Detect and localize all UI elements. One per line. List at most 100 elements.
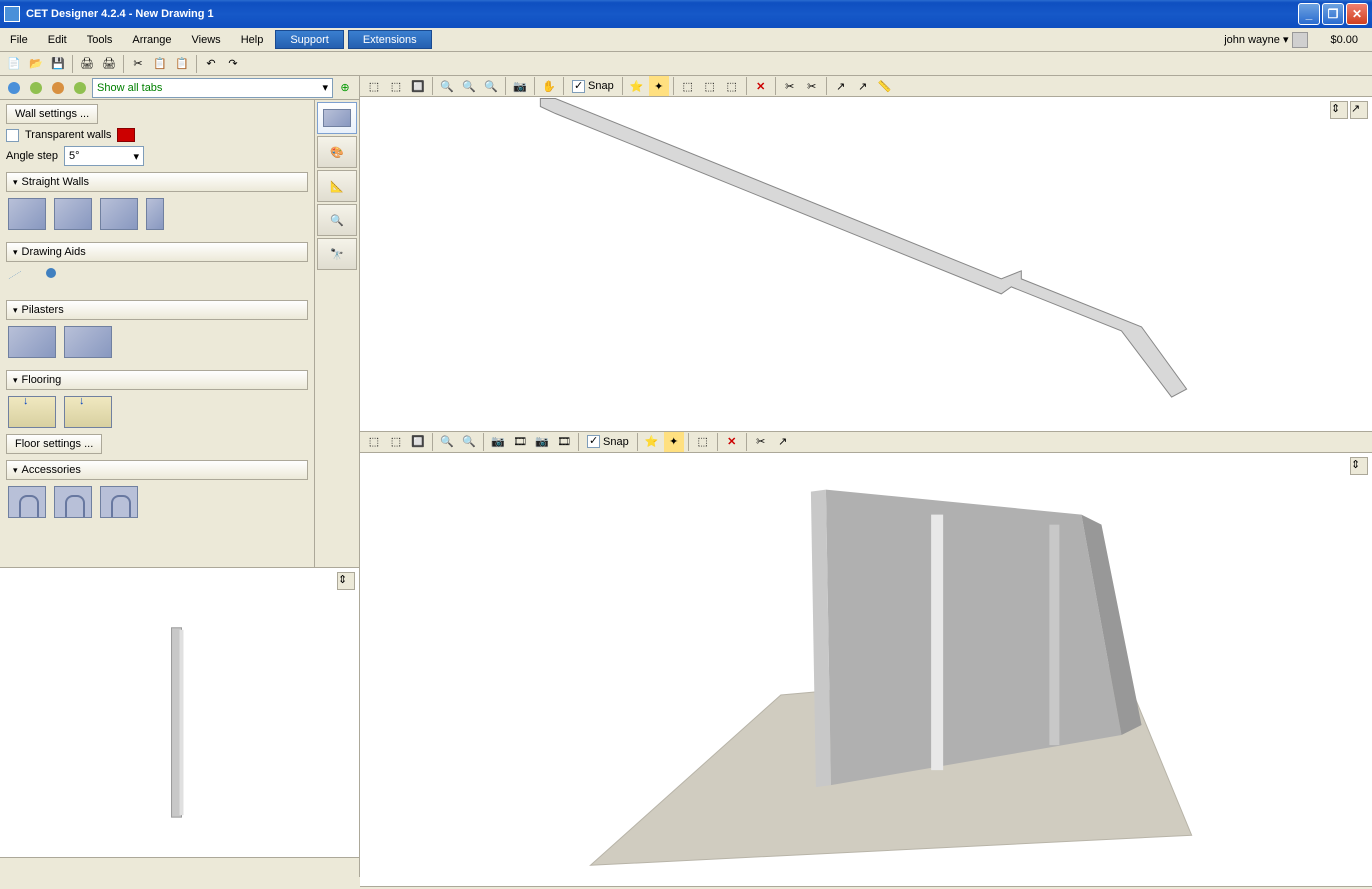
copy-icon[interactable]: [150, 54, 170, 74]
zoom-window-icon[interactable]: [481, 76, 501, 96]
angle-step-combo[interactable]: 5°: [64, 146, 144, 166]
dimension2-icon[interactable]: [853, 76, 873, 96]
pilaster-thumb-1[interactable]: [8, 326, 56, 358]
explode-icon[interactable]: ⬚: [693, 432, 713, 452]
render3-icon[interactable]: 📷: [532, 432, 552, 452]
wall-thumb-4[interactable]: [146, 198, 164, 230]
section-pilasters[interactable]: Pilasters: [6, 300, 308, 320]
redo-icon[interactable]: [223, 54, 243, 74]
render4-icon[interactable]: 🎞: [554, 432, 574, 452]
wall-thumb-1[interactable]: [8, 198, 46, 230]
side-tab-wall[interactable]: [317, 102, 357, 134]
select3d-all-icon[interactable]: ⬚: [386, 432, 406, 452]
snap-checkbox-2d[interactable]: Snap: [568, 80, 618, 93]
save-icon[interactable]: [48, 54, 68, 74]
print-preview-icon[interactable]: [99, 54, 119, 74]
minimize-button[interactable]: _: [1298, 3, 1320, 25]
side-tab-measure[interactable]: 📐: [317, 170, 357, 202]
user-dropdown[interactable]: john wayne ▾: [1216, 28, 1316, 51]
paste-icon[interactable]: [172, 54, 192, 74]
floor-thumb-1[interactable]: [8, 396, 56, 428]
cut-icon[interactable]: [128, 54, 148, 74]
door-thumb-2[interactable]: [54, 486, 92, 518]
zoom-in-icon[interactable]: [437, 76, 457, 96]
print-icon[interactable]: [77, 54, 97, 74]
wall-settings-button[interactable]: Wall settings ...: [6, 104, 98, 124]
support-button[interactable]: Support: [275, 30, 344, 49]
ungroup-icon[interactable]: ⬚: [700, 76, 720, 96]
wall-thumb-3[interactable]: [100, 198, 138, 230]
nav-right-icon[interactable]: [70, 78, 90, 98]
undo-icon[interactable]: [201, 54, 221, 74]
maximize-button[interactable]: ❐: [1322, 3, 1344, 25]
pilaster-thumb-2[interactable]: [64, 326, 112, 358]
wall-color-swatch[interactable]: [117, 128, 135, 142]
titlebar: CET Designer 4.2.4 - New Drawing 1 _ ❐ ✕: [0, 0, 1372, 28]
side-tab-search[interactable]: 🔍: [317, 204, 357, 236]
zoom-out-icon[interactable]: [459, 76, 479, 96]
floor-settings-button[interactable]: Floor settings ...: [6, 434, 102, 454]
view2d-menu-icon[interactable]: ↗: [1350, 101, 1368, 119]
zoom3d-fit-icon[interactable]: [408, 432, 428, 452]
tabs-combo[interactable]: Show all tabs: [92, 78, 333, 98]
aid-point-icon[interactable]: [46, 268, 56, 288]
nav-left-icon[interactable]: [48, 78, 68, 98]
nav-down-icon[interactable]: [4, 78, 24, 98]
move3d-icon[interactable]: [773, 432, 793, 452]
pan-icon[interactable]: [539, 76, 559, 96]
section-flooring[interactable]: Flooring: [6, 370, 308, 390]
select-all-icon[interactable]: ⬚: [386, 76, 406, 96]
section-drawing-aids[interactable]: Drawing Aids: [6, 242, 308, 262]
main-toolbar: [0, 52, 1372, 76]
floor-thumb-2[interactable]: [64, 396, 112, 428]
render2-icon[interactable]: 🎞: [510, 432, 530, 452]
door-thumb-1[interactable]: [8, 486, 46, 518]
highlight3d-icon[interactable]: ✦: [664, 432, 684, 452]
aid-line-icon[interactable]: [8, 268, 38, 288]
select-icon[interactable]: ⬚: [364, 76, 384, 96]
add-tab-icon[interactable]: ⊕: [335, 78, 355, 98]
zoom-fit-icon[interactable]: [408, 76, 428, 96]
menu-edit[interactable]: Edit: [38, 28, 77, 51]
menu-tools[interactable]: Tools: [77, 28, 123, 51]
menu-help[interactable]: Help: [231, 28, 274, 51]
view-2d[interactable]: ⇕ ↗: [360, 97, 1372, 432]
extend-icon[interactable]: [802, 76, 822, 96]
side-tab-binoculars[interactable]: 🔭: [317, 238, 357, 270]
zoom3d-out-icon[interactable]: [459, 432, 479, 452]
open-icon[interactable]: [26, 54, 46, 74]
ruler-icon[interactable]: [875, 76, 895, 96]
extensions-button[interactable]: Extensions: [348, 30, 432, 49]
select3d-icon[interactable]: ⬚: [364, 432, 384, 452]
view3d-expand-icon[interactable]: ⇕: [1350, 457, 1368, 475]
view-3d[interactable]: ⇕: [360, 453, 1372, 888]
preview-expand-icon[interactable]: ⇕: [337, 572, 355, 590]
delete-icon[interactable]: [751, 76, 771, 96]
transparent-walls-checkbox[interactable]: [6, 129, 19, 142]
menu-arrange[interactable]: Arrange: [122, 28, 181, 51]
section-accessories[interactable]: Accessories: [6, 460, 308, 480]
view2d-expand-icon[interactable]: ⇕: [1330, 101, 1348, 119]
render1-icon[interactable]: 📷: [488, 432, 508, 452]
close-button[interactable]: ✕: [1346, 3, 1368, 25]
favorites-icon[interactable]: [627, 76, 647, 96]
menu-views[interactable]: Views: [182, 28, 231, 51]
trim-icon[interactable]: [780, 76, 800, 96]
new-icon[interactable]: [4, 54, 24, 74]
fav3d-icon[interactable]: [642, 432, 662, 452]
delete3d-icon[interactable]: [722, 432, 742, 452]
group-icon[interactable]: ⬚: [678, 76, 698, 96]
zoom3d-in-icon[interactable]: [437, 432, 457, 452]
dimension-icon[interactable]: [831, 76, 851, 96]
door-thumb-3[interactable]: [100, 486, 138, 518]
nav-up-icon[interactable]: [26, 78, 46, 98]
section-straight-walls[interactable]: Straight Walls: [6, 172, 308, 192]
side-tab-materials[interactable]: 🎨: [317, 136, 357, 168]
align-icon[interactable]: ⬚: [722, 76, 742, 96]
menu-file[interactable]: File: [0, 28, 38, 51]
camera-icon[interactable]: 📷: [510, 76, 530, 96]
highlight-icon[interactable]: ✦: [649, 76, 669, 96]
trim3d-icon[interactable]: [751, 432, 771, 452]
wall-thumb-2[interactable]: [54, 198, 92, 230]
snap-checkbox-3d[interactable]: Snap: [583, 435, 633, 448]
